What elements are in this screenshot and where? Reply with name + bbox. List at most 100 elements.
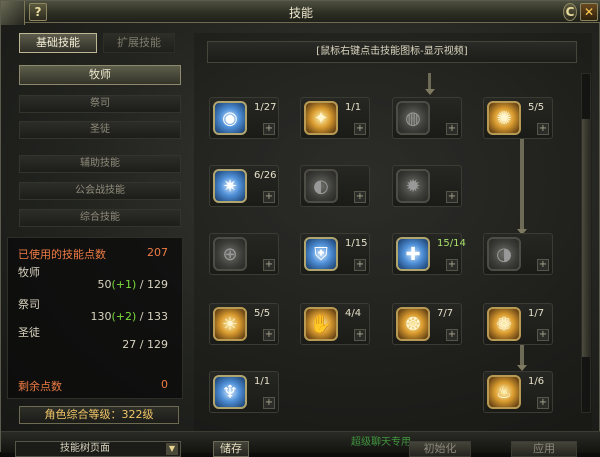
skill-slot[interactable]: ✷ 6/26 +	[209, 165, 279, 207]
skill-slot[interactable]: ⛨ 1/15 +	[300, 233, 370, 275]
plus-icon[interactable]: +	[354, 191, 366, 203]
skill-slot[interactable]: ⊕ +	[209, 233, 279, 275]
skill-level-label: 5/5	[528, 102, 545, 113]
golden-halo-icon[interactable]: ❁	[487, 307, 521, 341]
window-title: 技能	[288, 6, 313, 20]
chevron-down-icon[interactable]: ▼	[166, 443, 178, 455]
priest-points-bonus: (+1)	[111, 278, 137, 291]
settings-icon[interactable]: C	[563, 3, 577, 21]
skill-level-label: 1/1	[254, 376, 271, 387]
light-wave-icon[interactable]: ☀	[213, 307, 247, 341]
plus-icon[interactable]: +	[354, 259, 366, 271]
skill-level-label: 7/7	[437, 308, 454, 319]
skill-slot[interactable]: ✚ 15/14 +	[392, 233, 466, 275]
category-guild-war-skills[interactable]: 公会战技能	[19, 182, 181, 200]
circle-eye-icon[interactable]: ◉	[213, 101, 247, 135]
hierophant-points-label: 祭司	[18, 298, 40, 311]
scrollbar-thumb[interactable]	[582, 119, 590, 357]
skill-slot[interactable]: ◉ 1/27 +	[209, 97, 279, 139]
locked-orb-icon[interactable]: ◍	[396, 101, 430, 135]
title-bar[interactable]: ? 技能 C ✕	[1, 1, 600, 25]
used-points-row: 已使用的技能点数 207	[18, 246, 172, 262]
category-support-skills[interactable]: 辅助技能	[19, 155, 181, 173]
category-hierophant[interactable]: 祭司	[19, 95, 181, 113]
skill-slot[interactable]: ✹ +	[392, 165, 462, 207]
hierophant-points-value: 130	[90, 310, 112, 323]
skill-slot[interactable]: ◐ +	[300, 165, 370, 207]
close-button[interactable]: ✕	[580, 3, 598, 21]
skill-tree-page-dropdown[interactable]: 技能树页面 ▼	[15, 441, 181, 457]
locked-slash-icon[interactable]: ◑	[487, 237, 521, 271]
locked-ring-icon[interactable]: ⊕	[213, 237, 247, 271]
category-saint[interactable]: 圣徒	[19, 121, 181, 139]
saint-points-label: 圣徒	[18, 326, 40, 339]
plus-icon[interactable]: +	[446, 191, 458, 203]
arrow-down-icon	[425, 89, 435, 95]
skill-slot[interactable]: ☀ 5/5 +	[209, 303, 279, 345]
category-general-skills[interactable]: 综合技能	[19, 209, 181, 227]
category-priest[interactable]: 牧师	[19, 65, 181, 85]
plus-icon[interactable]: +	[446, 329, 458, 341]
skill-points-panel: 已使用的技能点数 207 牧师 50(+1) / 129 祭司 130(+2) …	[7, 237, 183, 399]
skill-slot[interactable]: ♆ 1/1 +	[209, 371, 279, 413]
plus-icon[interactable]: +	[263, 123, 275, 135]
connector-line	[520, 139, 524, 231]
reset-button[interactable]: 初始化	[409, 441, 471, 457]
skill-slot[interactable]: ✦ 1/1 +	[300, 97, 370, 139]
remaining-points-row: 剩余点数 0	[18, 378, 172, 394]
plus-icon[interactable]: +	[537, 397, 549, 409]
skill-slot[interactable]: ◍ +	[392, 97, 462, 139]
hierophant-points-max: / 133	[136, 310, 168, 323]
skill-level-label: 1/1	[345, 102, 362, 113]
apply-button[interactable]: 应用	[511, 441, 577, 457]
plus-icon[interactable]: +	[537, 259, 549, 271]
plus-icon[interactable]: +	[263, 397, 275, 409]
locked-burst-icon[interactable]: ✹	[396, 169, 430, 203]
lightning-burst-icon[interactable]: ✷	[213, 169, 247, 203]
skill-level-label: 1/15	[345, 238, 368, 249]
priest-points-label: 牧师	[18, 266, 40, 279]
plus-icon[interactable]: +	[354, 123, 366, 135]
skill-slot[interactable]: ◑ +	[483, 233, 553, 275]
sun-cross-icon[interactable]: ✺	[487, 101, 521, 135]
dropdown-label: 技能树页面	[60, 443, 110, 454]
holy-figure-icon[interactable]: ✦	[304, 101, 338, 135]
holy-cross-icon[interactable]: ✚	[396, 237, 430, 271]
radiant-burst-icon[interactable]: ❂	[396, 307, 430, 341]
skill-slot[interactable]: ❁ 1/7 +	[483, 303, 553, 345]
used-points-value: 207	[147, 246, 168, 259]
divine-flame-icon[interactable]: ♨	[487, 375, 521, 409]
remaining-points-label: 剩余点数	[18, 380, 62, 393]
skill-window: ? 技能 C ✕ 基础技能 扩展技能 牧师 祭司 圣徒 辅助技能 公会战技能 综…	[0, 0, 600, 457]
plus-icon[interactable]: +	[446, 259, 458, 271]
plus-icon[interactable]: +	[354, 329, 366, 341]
skill-slot[interactable]: ♨ 1/6 +	[483, 371, 553, 413]
plus-icon[interactable]: +	[537, 123, 549, 135]
skill-level-label: 6/26	[254, 170, 277, 181]
save-button[interactable]: 储存	[213, 441, 249, 457]
skill-level-label: 4/4	[345, 308, 362, 319]
plus-icon[interactable]: +	[446, 123, 458, 135]
chat-overlay-text: 超级聊天专用	[351, 437, 411, 448]
angel-wings-icon[interactable]: ♆	[213, 375, 247, 409]
skill-level-label: 1/6	[528, 376, 545, 387]
tab-basic-skills[interactable]: 基础技能	[19, 33, 97, 53]
skill-level-label: 5/5	[254, 308, 271, 319]
locked-fist-icon[interactable]: ◐	[304, 169, 338, 203]
skill-slot[interactable]: ✺ 5/5 +	[483, 97, 553, 139]
raise-hand-icon[interactable]: ✋	[304, 307, 338, 341]
plus-icon[interactable]: +	[263, 329, 275, 341]
skill-slot[interactable]: ❂ 7/7 +	[392, 303, 462, 345]
connector-line	[520, 345, 524, 367]
hint-text: [鼠标右键点击技能图标-显示视频]	[207, 41, 577, 63]
skill-level-label: 1/27	[254, 102, 277, 113]
plus-icon[interactable]: +	[263, 259, 275, 271]
plus-icon[interactable]: +	[537, 329, 549, 341]
plus-icon[interactable]: +	[263, 191, 275, 203]
saint-points-value: 27 / 129	[122, 338, 168, 351]
skill-slot[interactable]: ✋ 4/4 +	[300, 303, 370, 345]
hierophant-points-bonus: (+2)	[111, 310, 137, 323]
character-level-bar: 角色综合等级：322级	[19, 406, 179, 424]
shield-icon[interactable]: ⛨	[304, 237, 338, 271]
tab-extended-skills[interactable]: 扩展技能	[103, 33, 175, 53]
